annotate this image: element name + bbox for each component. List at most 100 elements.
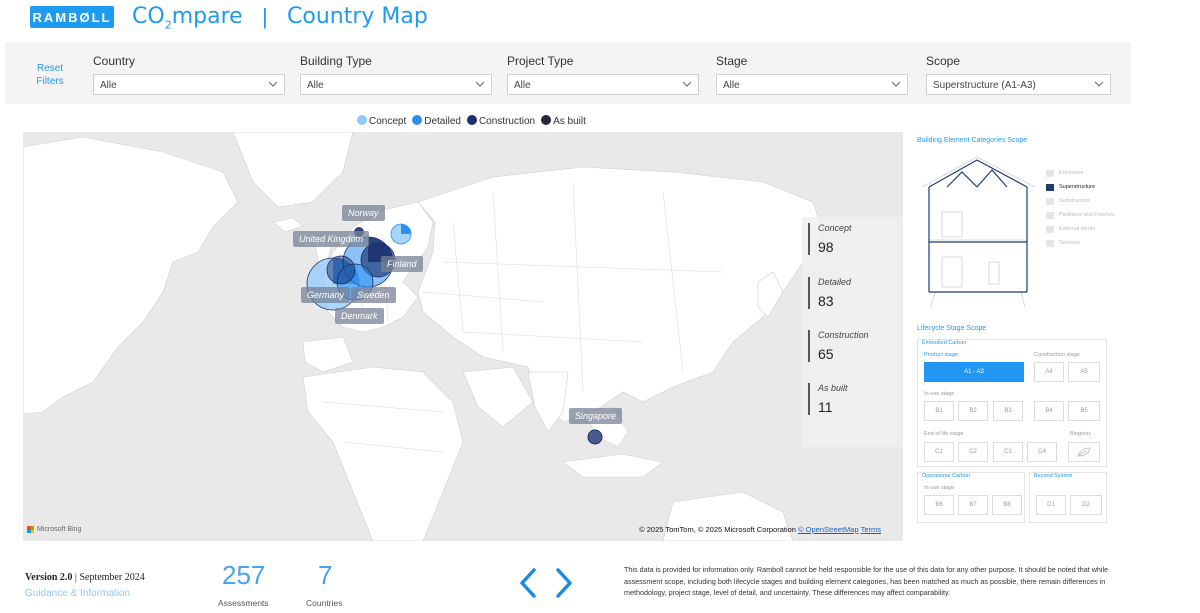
legend-item-construction[interactable]: Construction [466, 115, 536, 127]
leaf-icon [1077, 447, 1091, 457]
end-of-life-stage-label: End of life stage [924, 431, 964, 437]
map-label-united-kingdom: United Kingdom [293, 231, 370, 247]
building-type-filter: Building Type Alle [300, 54, 492, 95]
legend-dot-icon [412, 115, 423, 125]
legend-dot-icon [357, 115, 367, 125]
stage-b2-button[interactable]: B2 [958, 401, 988, 421]
stage-c2-button[interactable]: C2 [958, 442, 988, 462]
stage-select-value: Alle [723, 80, 740, 91]
category-superstructure[interactable]: Superstructure [1046, 184, 1115, 198]
country-filter: Country Alle [93, 54, 285, 95]
lifecycle-scope-title: Lifecycle Stage Scope [917, 325, 987, 332]
stage-c4-button[interactable]: C4 [1027, 442, 1057, 462]
biogenic-button[interactable] [1068, 442, 1100, 462]
operational-in-use-label: In-use stage [924, 485, 955, 491]
building-scope-title: Building Element Categories Scope [917, 137, 1028, 144]
country-select[interactable]: Alle [93, 74, 285, 95]
category-substructure[interactable]: Substructure [1046, 198, 1115, 212]
project-type-select-value: Alle [514, 80, 531, 91]
kpi-panel: Concept 98 Detailed 83 Construction 65 A… [802, 217, 903, 447]
map-label-singapore: Singapore [569, 408, 623, 424]
stage-a4-button[interactable]: A4 [1034, 362, 1064, 382]
kpi-value: 83 [818, 293, 834, 309]
stage-b4-button[interactable]: B4 [1034, 401, 1064, 421]
stage-b8-button[interactable]: B8 [992, 495, 1022, 515]
kpi-concept: Concept 98 [808, 223, 852, 255]
category-label: External works [1059, 226, 1096, 232]
ramboll-logo: RAMBØLL [30, 6, 114, 28]
terms-link[interactable]: Terms [861, 525, 881, 534]
project-type-filter-label: Project Type [507, 54, 574, 68]
legend-item-detailed[interactable]: Detailed [412, 115, 461, 127]
chevron-down-icon [682, 81, 692, 87]
legend-dot-icon [466, 115, 477, 125]
embodied-carbon-box: Embodied Carbon Product stage Constructi… [917, 339, 1107, 467]
scope-select-value: Superstructure (A1-A3) [933, 80, 1036, 91]
stage-d2-button[interactable]: D2 [1070, 495, 1102, 515]
kpi-label: Concept [818, 223, 852, 233]
stage-filter: Stage Alle [716, 54, 908, 95]
building-type-select[interactable]: Alle [300, 74, 492, 95]
in-use-stage-label: In-use stage [924, 391, 955, 397]
map-legend: Concept Detailed Construction As built [357, 115, 589, 127]
kpi-construction: Construction 65 [808, 330, 869, 362]
category-label: Services [1059, 240, 1081, 246]
reset-filters-button[interactable]: Reset Filters [25, 62, 75, 88]
building-diagram-icon [921, 156, 1036, 308]
category-external-works[interactable]: External works [1046, 226, 1115, 240]
version-info: Version 2.0 | September 2024 [25, 572, 145, 583]
category-swatch-icon [1046, 240, 1054, 247]
category-label: Enclosure [1059, 170, 1084, 176]
kpi-detailed: Detailed 83 [808, 277, 851, 309]
previous-page-arrow-icon[interactable] [516, 566, 540, 600]
legend-item-as-built[interactable]: As built [541, 115, 586, 127]
scope-select[interactable]: Superstructure (A1-A3) [926, 74, 1111, 95]
map-label-finland: Finland [381, 256, 423, 272]
kpi-label: Construction [818, 330, 869, 340]
beyond-system-box: Beyond System D1 D2 [1029, 472, 1107, 523]
category-label: Substructure [1059, 198, 1091, 204]
bing-attribution: Microsoft Bing [27, 526, 81, 533]
stage-c3-button[interactable]: C3 [993, 442, 1023, 462]
filter-bar: Reset Filters Country Alle Building Type… [5, 42, 1131, 104]
openstreetmap-link[interactable]: © OpenStreetMap [798, 525, 859, 534]
legend-label: Detailed [424, 116, 461, 127]
assessments-count: 257 [222, 560, 266, 590]
category-label: Superstructure [1059, 184, 1096, 190]
bubble-denmark[interactable] [326, 255, 356, 285]
map-background [23, 132, 824, 541]
bubble-singapore[interactable] [587, 429, 603, 445]
category-partitions[interactable]: Partitions and Finishes [1046, 212, 1115, 226]
map-label-denmark: Denmark [335, 308, 384, 324]
stage-b6-button[interactable]: B6 [924, 495, 954, 515]
beyond-system-label: Beyond System [1034, 473, 1073, 479]
attribution-text: © 2025 TomTom, © 2025 Microsoft Corporat… [639, 525, 796, 534]
stage-select[interactable]: Alle [716, 74, 908, 95]
stage-b1-button[interactable]: B1 [924, 401, 954, 421]
category-swatch-icon [1046, 184, 1054, 191]
guidance-link[interactable]: Guidance & Information [25, 588, 130, 599]
page-title: Country Map [287, 4, 428, 29]
map-label-sweden: Sweden [351, 287, 396, 303]
stage-b7-button[interactable]: B7 [958, 495, 988, 515]
stage-a5-button[interactable]: A5 [1068, 362, 1100, 382]
category-swatch-icon [1046, 212, 1054, 219]
stage-b3-button[interactable]: B3 [993, 401, 1023, 421]
operational-carbon-box: Operational Carbon In-use stage B6 B7 B8 [917, 472, 1025, 523]
stage-d1-button[interactable]: D1 [1036, 495, 1066, 515]
legend-label: As built [553, 116, 586, 127]
stage-b5-button[interactable]: B5 [1068, 401, 1100, 421]
stage-a1-a3-button[interactable]: A1 - A3 [924, 362, 1024, 382]
legend-item-concept[interactable]: Concept [357, 115, 406, 127]
category-enclosure[interactable]: Enclosure [1046, 170, 1115, 184]
stage-c1-button[interactable]: C1 [924, 442, 954, 462]
legend-dot-icon [541, 115, 552, 125]
construction-stage-label: Construction stage [1034, 352, 1080, 358]
category-swatch-icon [1046, 170, 1054, 177]
next-page-arrow-icon[interactable] [552, 566, 576, 600]
legend-label: Construction [478, 116, 536, 127]
country-map[interactable]: Norway United Kingdom Finland Germany Sw… [23, 132, 903, 541]
map-label-norway: Norway [342, 205, 385, 221]
category-services[interactable]: Services [1046, 240, 1115, 254]
project-type-select[interactable]: Alle [507, 74, 699, 95]
